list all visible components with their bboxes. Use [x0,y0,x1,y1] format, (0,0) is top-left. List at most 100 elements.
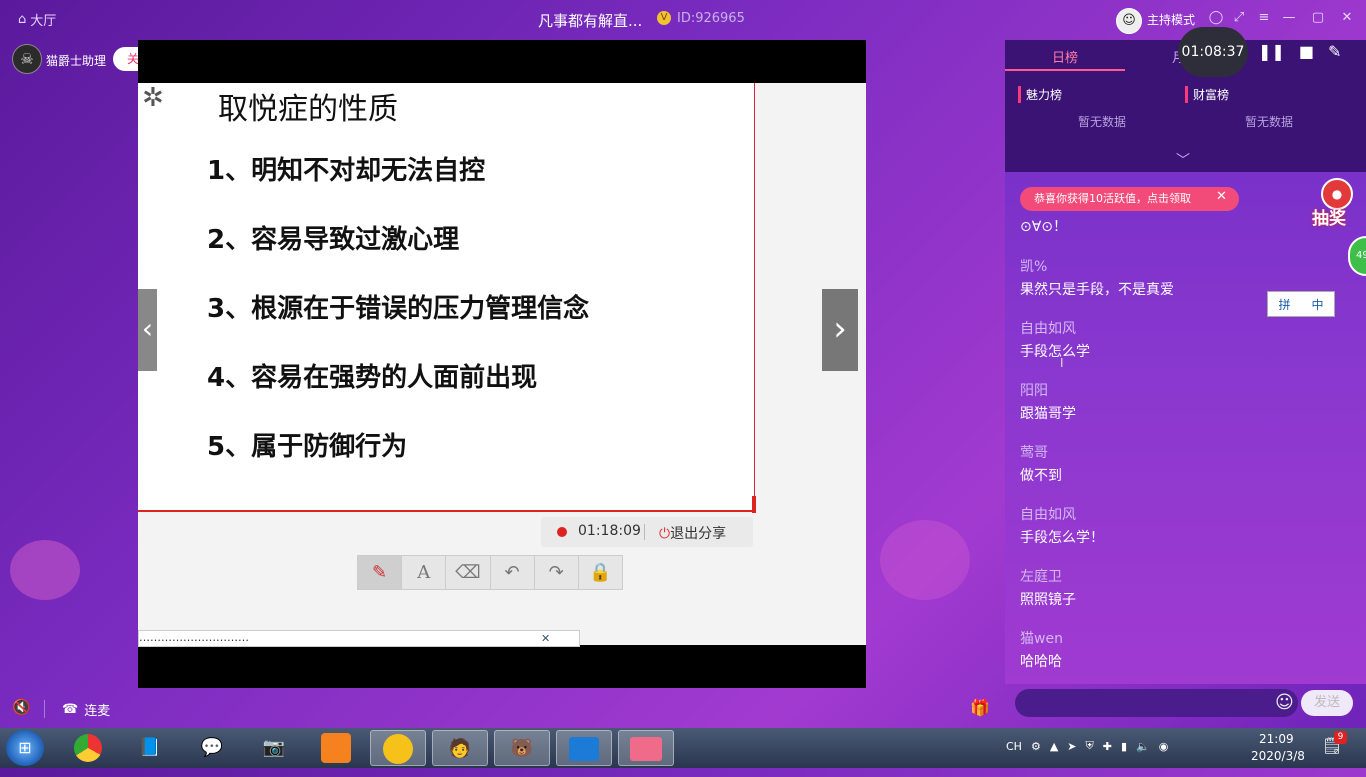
security-icon[interactable]: ⛨ [1086,739,1094,753]
show-hidden-icon[interactable]: ▲ [1050,740,1058,753]
send-icon[interactable]: ➤ [1067,740,1076,753]
link-mic-label: 连麦 [84,704,111,719]
bear-app-icon[interactable]: 🐻 [494,730,550,766]
lottery-label[interactable]: 抽奖 [1312,204,1346,229]
recording-dot-icon [557,527,567,537]
minimize-button[interactable]: — [1280,9,1298,27]
host-mode-label[interactable]: 主持模式 [1147,11,1195,28]
clock-time[interactable]: 21:09 [1259,732,1294,746]
wechat-icon[interactable]: 💬 [184,730,240,766]
menu-icon[interactable]: ≡ [1255,9,1273,27]
ime-indicator[interactable]: 拼 中 [1267,291,1335,317]
close-icon[interactable]: ✕ [541,632,550,645]
input-language[interactable]: CH [1006,740,1022,753]
volume-mute-icon[interactable]: 🔇 [12,698,31,716]
brush-tool-icon[interactable]: ✎ [358,556,403,589]
chat-message-text: 手段怎么学！ [1020,530,1104,546]
text-cursor-icon: I [1060,356,1064,370]
volume-icon[interactable]: 🔈 [1136,740,1150,753]
charm-rank-empty: 暂无数据 [1078,115,1127,129]
chat-app-icon[interactable] [618,730,674,766]
chat-message-text: 做不到 [1020,468,1062,484]
emoji-icon[interactable]: ☺ [1275,692,1294,713]
live-timer: 01:08:37 [1178,27,1248,77]
redo-icon[interactable]: ↷ [535,556,579,589]
recording-time: 01:18:09 [578,523,641,539]
chat-message-text: 跟猫哥学 [1020,406,1076,422]
fullscreen-icon[interactable]: ⤢ [1230,9,1248,27]
close-icon[interactable]: ✕ [1216,189,1227,204]
pen-icon[interactable]: ✎ [1328,42,1341,61]
chrome-icon[interactable] [60,730,116,766]
chat-username[interactable]: 左庭卫 [1020,566,1062,586]
wealth-rank-label[interactable]: 财富榜 [1185,86,1229,103]
reward-banner[interactable]: 恭喜你获得10活跃值，点击领取 [1020,187,1239,211]
chat-message-text: 照照镜子 [1020,592,1076,608]
chat-username[interactable]: 莺哥 [1020,442,1048,462]
tab-underline [1005,69,1125,71]
heart-decoration [10,540,80,600]
chat-username[interactable]: 凯% [1020,256,1047,276]
avatar-app-icon[interactable]: 🧑 [432,730,488,766]
yellow-app-icon[interactable] [370,730,426,766]
slide-bullet: 1、明知不对却无法自控 [207,156,486,186]
text-tool-icon[interactable]: A [402,556,447,589]
exit-share-button[interactable]: ⏻退出分享 [659,523,726,543]
phone-icon: ☎ [62,702,79,717]
heart-decoration [880,520,970,600]
tab-daily-rank[interactable]: 日榜 [1052,47,1078,66]
video-app-icon[interactable] [556,730,612,766]
host-avatar[interactable]: ☺ [1116,8,1142,34]
room-title: 凡事都有解直... [538,12,643,30]
chat-message-text: 果然只是手段，不是真爱 [1020,282,1174,298]
chat-message-text: 手段怎么学 [1020,344,1090,360]
plus-icon[interactable]: ✚ [1103,740,1112,753]
ime-lang-label: 中 [1311,297,1324,312]
usb-icon[interactable]: ▮ [1121,740,1127,753]
charm-rank-label[interactable]: 魅力榜 [1018,86,1062,103]
camera-icon[interactable]: 📷 [246,730,302,766]
eraser-tool-icon[interactable]: ⌫ [446,556,491,589]
chat-message-text: ⊙∀⊙！ [1020,219,1068,235]
home-link[interactable]: ⌂ 大厅 [18,10,56,29]
stop-icon[interactable]: ■ [1299,42,1314,61]
power-icon: ⏻ [659,526,671,542]
system-tray: CH ⚙ ▲ ➤ ⛨ ✚ ▮ 🔈 ◉ [1006,739,1168,753]
chat-username[interactable]: 猫wen [1020,628,1063,648]
lock-icon[interactable]: 🔒 [579,556,622,589]
settings-icon[interactable]: ◯ [1207,9,1225,27]
room-id: ID:926965 [677,11,745,26]
share-status-bar: 01:18:09 ⏻退出分享 [541,517,753,547]
start-button[interactable]: ⊞ [6,730,44,766]
pause-icon[interactable]: ❚❚ [1258,42,1285,61]
maximize-button[interactable]: ▢ [1309,9,1327,27]
annotation-toolbar: ✎ A ⌫ ↶ ↷ 🔒 [357,555,623,590]
audio-app-icon[interactable]: ◉ [1159,740,1169,753]
chat-username[interactable]: 自由如风 [1020,318,1076,338]
slide-bullet: 2、容易导致过激心理 [207,225,460,255]
clock-date[interactable]: 2020/3/8 [1251,749,1305,763]
orange-app-icon[interactable] [308,730,364,766]
streamer-avatar[interactable]: ☠ [12,44,42,74]
previous-slide-button[interactable]: ‹ [138,289,157,371]
send-button[interactable]: 发送 [1301,690,1353,716]
undo-icon[interactable]: ↶ [491,556,535,589]
chat-username[interactable]: 阳阳 [1020,380,1048,400]
notepad-icon[interactable]: 📘 [122,730,178,766]
divider [44,700,45,718]
next-slide-button[interactable]: › [822,289,858,371]
slide-bullet: 3、根源在于错误的压力管理信念 [207,294,590,324]
close-button[interactable]: ✕ [1338,9,1356,27]
notification-badge: 9 [1334,731,1347,744]
gift-icon[interactable]: 🎁 [970,698,990,717]
chat-message-text: 哈哈哈 [1020,654,1062,670]
ime-tray-icon[interactable]: ⚙ [1031,740,1041,753]
divider [644,524,645,540]
link-mic-button[interactable]: ☎ 连麦 [62,700,110,719]
chevron-down-icon[interactable]: ﹀ [1176,150,1190,170]
chat-username[interactable]: 自由如风 [1020,504,1076,524]
home-label: 大厅 [30,14,57,29]
slide-title: 取悦症的性质 [218,92,398,127]
chat-input[interactable] [1015,689,1298,717]
slide-border [752,496,756,513]
